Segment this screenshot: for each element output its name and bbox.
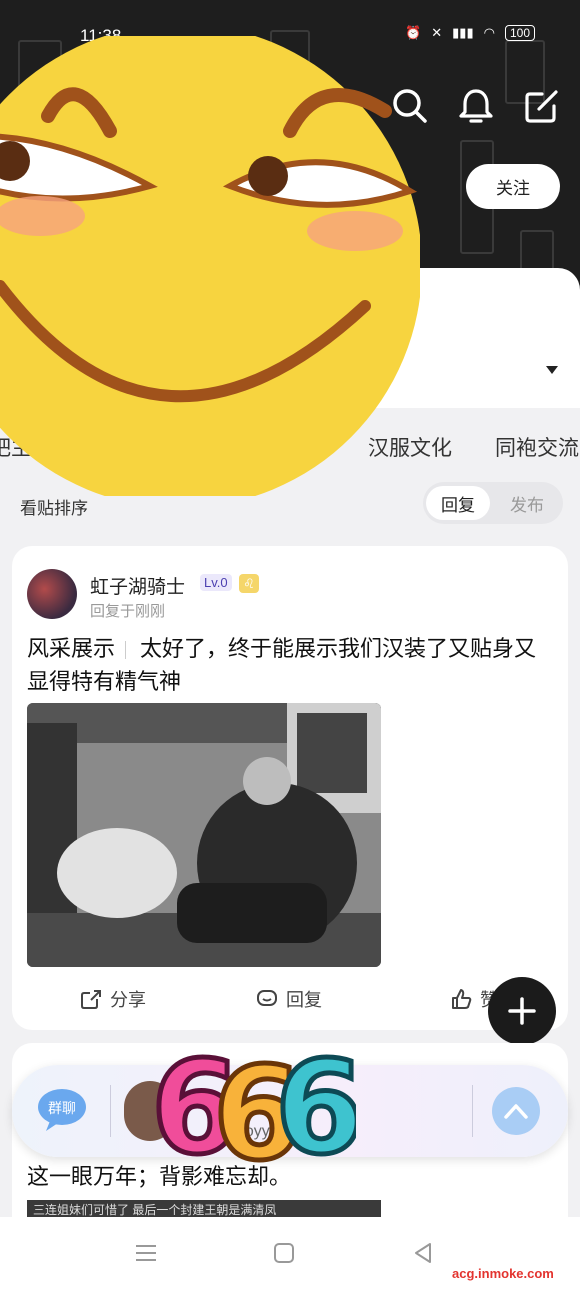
- divider: [472, 1085, 473, 1137]
- avatar[interactable]: [27, 569, 77, 619]
- reply-button[interactable]: 回复: [256, 986, 322, 1012]
- reply-time: 回复于刚刚: [90, 603, 166, 620]
- reply-label: 回复: [286, 990, 322, 1010]
- post-image[interactable]: [27, 703, 381, 967]
- post-content[interactable]: 风采展示 太好了，终于能展示我们汉装了又贴身又显得特有精气神: [27, 632, 547, 698]
- comment-icon: [257, 990, 277, 1006]
- thumbs-up-icon: [452, 989, 472, 1009]
- sort-option-publish[interactable]: 发布: [495, 486, 559, 520]
- chevron-up-icon: [504, 1104, 528, 1119]
- smirk-emoji-sticker: [0, 36, 420, 496]
- sort-option-reply[interactable]: 回复: [426, 486, 490, 520]
- tab-tongpao-exchange[interactable]: 同袍交流: [495, 432, 579, 462]
- divider: [125, 641, 127, 660]
- create-post-fab[interactable]: [488, 977, 556, 1045]
- scroll-top-button[interactable]: [492, 1087, 540, 1135]
- share-icon: [81, 990, 101, 1009]
- member-badge-icon: ♌: [239, 574, 259, 593]
- status-icons: ⏰ ✕ ▮▮▮ ◠ 100: [405, 25, 535, 41]
- sort-label: 看贴排序: [20, 499, 88, 518]
- follow-button[interactable]: 关注: [466, 164, 560, 209]
- menu-icon[interactable]: [134, 1243, 158, 1263]
- wifi-icon: ◠: [483, 25, 495, 40]
- watermark: acg.inmoke.com: [452, 1266, 554, 1281]
- divider: [110, 1085, 111, 1137]
- post-category[interactable]: 风采展示: [27, 636, 115, 661]
- battery-icon: 100: [504, 25, 535, 41]
- sticker-digit-3: 6: [275, 1034, 356, 1182]
- post-photo: [27, 703, 381, 967]
- username[interactable]: 虹子湖骑士: [90, 572, 185, 599]
- group-chat-icon[interactable]: 群聊: [36, 1087, 88, 1133]
- share-button[interactable]: 分享: [80, 986, 146, 1012]
- post-actions: 分享 回复 赞: [12, 984, 568, 1014]
- mute-icon: ✕: [431, 25, 443, 40]
- home-icon[interactable]: [273, 1242, 295, 1264]
- group-chat-label: 群聊: [48, 1101, 76, 1117]
- edit-post-icon[interactable]: [522, 86, 562, 126]
- sticker-666: 6 6 6 666: [149, 1032, 357, 1182]
- plus-icon: [508, 997, 536, 1025]
- post-card[interactable]: 虹子湖骑士 Lv.0 ♌ 回复于刚刚 风采展示 太好了，终于能展示我们汉装了又贴身…: [12, 546, 568, 1030]
- dropdown-caret-icon[interactable]: [546, 366, 558, 374]
- signal-icon: ▮▮▮: [452, 25, 474, 40]
- level-badge: Lv.0: [200, 574, 232, 591]
- back-icon[interactable]: [412, 1242, 434, 1264]
- share-label: 分享: [110, 990, 146, 1010]
- notification-bell-icon[interactable]: [456, 86, 496, 126]
- sort-toggle: 回复 发布: [423, 482, 563, 524]
